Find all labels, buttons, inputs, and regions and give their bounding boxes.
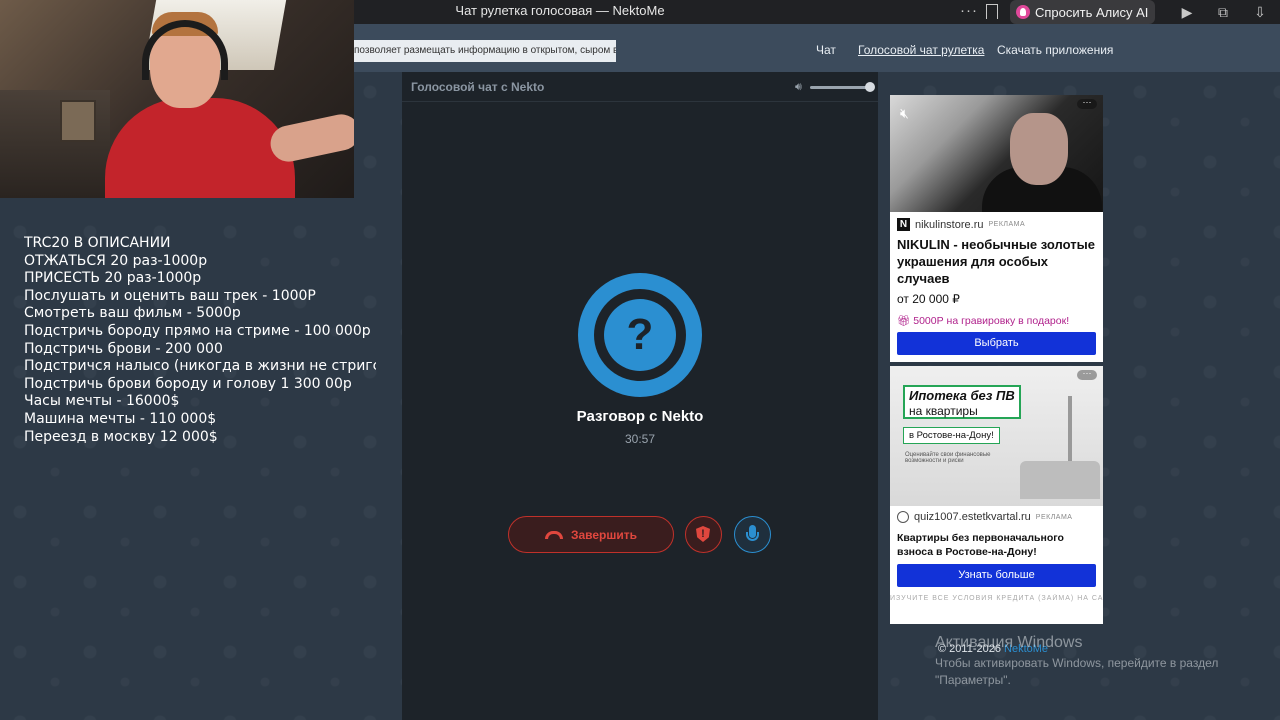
- call-timer: 30:57: [624, 432, 656, 446]
- ad-sofa: [1020, 461, 1100, 499]
- ad-menu-icon[interactable]: ···: [1077, 98, 1097, 109]
- ad-price: от 20 000 ₽: [897, 292, 960, 306]
- report-button[interactable]: !: [685, 516, 722, 553]
- ad-person-face: [1010, 113, 1068, 185]
- ad-video[interactable]: 🔇︎ ···: [890, 95, 1103, 212]
- hang-up-icon: [544, 530, 563, 539]
- nav-chat[interactable]: Чат: [816, 43, 836, 57]
- price-line: Переезд в москву 12 000$: [24, 428, 218, 445]
- price-line: Подстричь бороду прямо на стриме - 100 0…: [24, 322, 371, 339]
- conversation-title: Разговор с Nekto: [576, 408, 704, 425]
- ad-title[interactable]: Квартиры без первоначального взноса в Ро…: [897, 531, 1097, 559]
- watermark-line: "Параметры".: [935, 673, 1011, 687]
- play-icon[interactable]: ▶: [1179, 4, 1195, 20]
- bookmark-icon[interactable]: [986, 4, 998, 19]
- ad-mortgage[interactable]: Ипотека без ПВ на квартиры в Ростове-на-…: [890, 366, 1103, 624]
- volume-slider-handle[interactable]: [865, 82, 875, 92]
- ad-learn-more-button[interactable]: Узнать больше: [897, 564, 1096, 587]
- nav-voice-chat[interactable]: Голосовой чат рулетка: [858, 43, 984, 57]
- ad-headline-2: на квартиры: [909, 404, 978, 418]
- price-line: ОТЖАТЬСЯ 20 раз-1000р: [24, 252, 208, 269]
- volume-slider[interactable]: [810, 86, 870, 89]
- translate-icon[interactable]: ⧉: [1215, 4, 1231, 20]
- ad-choose-button[interactable]: Выбрать: [897, 332, 1096, 355]
- windows-watermark-text: Чтобы активировать Windows, перейдите в …: [935, 655, 1218, 689]
- ad-nikulin[interactable]: 🔇︎ ··· N nikulinstore.ru РЕКЛАМА NIKULIN…: [890, 95, 1103, 362]
- ad-source: N nikulinstore.ru РЕКЛАМА: [897, 218, 1025, 231]
- price-line: ПРИСЕСТЬ 20 раз-1000р: [24, 270, 202, 287]
- volume-icon[interactable]: 🔊︎: [795, 81, 802, 94]
- mute-icon[interactable]: 🔇︎: [900, 105, 909, 122]
- ad-tag: РЕКЛАМА: [1035, 513, 1073, 521]
- price-line: Смотреть ваш фильм - 5000р: [24, 305, 241, 322]
- ad-small-text: Оценивайте свои финансовые возможности и…: [905, 452, 991, 464]
- ad-city: в Ростове-на-Дону!: [903, 427, 1000, 444]
- partner-avatar: ?: [578, 273, 702, 397]
- watermark-line: Чтобы активировать Windows, перейдите в …: [935, 656, 1219, 670]
- site-notice: позволяет размещать информацию в открыто…: [354, 40, 616, 62]
- ad-headline-box: Ипотека без ПВ на квартиры: [903, 385, 1021, 419]
- globe-icon: [897, 511, 909, 523]
- ad-banner-image[interactable]: Ипотека без ПВ на квартиры в Ростове-на-…: [890, 366, 1103, 506]
- end-call-button[interactable]: Завершить: [508, 516, 674, 553]
- ad-lamp: [1068, 396, 1072, 461]
- ad-fine-print: ИЗУЧИТЕ ВСЕ УСЛОВИЯ КРЕДИТА (ЗАЙМА) НА С…: [890, 595, 1103, 602]
- more-icon[interactable]: ···: [960, 2, 978, 19]
- shield-icon: !: [696, 526, 710, 542]
- ad-source-domain: quiz1007.estetkvartal.ru: [914, 511, 1031, 523]
- price-line: Часы мечты - 16000$: [24, 393, 180, 410]
- alice-icon: [1016, 5, 1030, 19]
- end-call-label: Завершить: [570, 527, 638, 542]
- microphone-button[interactable]: [734, 516, 771, 553]
- ad-source: quiz1007.estetkvartal.ru РЕКЛАМА: [897, 511, 1072, 523]
- webcam-frame: [60, 100, 96, 142]
- question-mark-icon: ?: [604, 299, 676, 371]
- voice-chat-panel: Голосовой чат с Nekto 🔊︎ ? Разговор с Ne…: [402, 72, 878, 720]
- price-line: Послушать и оценить ваш трек - 1000Р: [24, 287, 316, 304]
- nav-download-apps[interactable]: Скачать приложения: [997, 43, 1113, 57]
- ad-title[interactable]: NIKULIN - необычные золотые украшения дл…: [897, 236, 1102, 287]
- ad-headline-1: Ипотека без ПВ: [909, 388, 1015, 403]
- ad-source-domain: nikulinstore.ru: [915, 218, 984, 231]
- avatar-ring: ?: [594, 289, 686, 381]
- webcam-person-body: [105, 98, 295, 198]
- price-line: Подстричь брови бороду и голову 1 300 00…: [24, 375, 352, 392]
- price-line: TRC20 В ОПИСАНИИ: [24, 235, 171, 251]
- ad-promo: 🎁︎ 5000Р на гравировку в подарок!: [897, 315, 1070, 327]
- microphone-stand-icon: [746, 532, 759, 541]
- ad-menu-icon[interactable]: ···: [1077, 369, 1097, 380]
- nikulin-logo-icon: N: [897, 218, 910, 231]
- panel-title: Голосовой чат с Nekto: [411, 80, 545, 94]
- windows-watermark-title: Активация Windows: [935, 634, 1083, 651]
- ad-tag: РЕКЛАМА: [988, 221, 1026, 228]
- webcam-overlay: [0, 0, 354, 198]
- stream-price-list: TRC20 В ОПИСАНИИ ОТЖАТЬСЯ 20 раз-1000р П…: [24, 235, 376, 446]
- webcam-person-arm: [267, 111, 354, 165]
- alice-label: Спросить Алису AI: [1035, 4, 1149, 20]
- alice-button[interactable]: Спросить Алису AI: [1010, 0, 1155, 24]
- download-icon[interactable]: ⇩: [1252, 4, 1268, 20]
- price-line: Подстричь брови - 200 000: [24, 340, 223, 357]
- panel-header: Голосовой чат с Nekto 🔊︎: [402, 72, 878, 102]
- ad-promo-text: 5000Р на гравировку в подарок!: [913, 315, 1070, 327]
- price-line: Подстричся налысо (никогда в жизни не ст…: [24, 358, 376, 375]
- price-line: Машина мечты - 110 000$: [24, 410, 217, 427]
